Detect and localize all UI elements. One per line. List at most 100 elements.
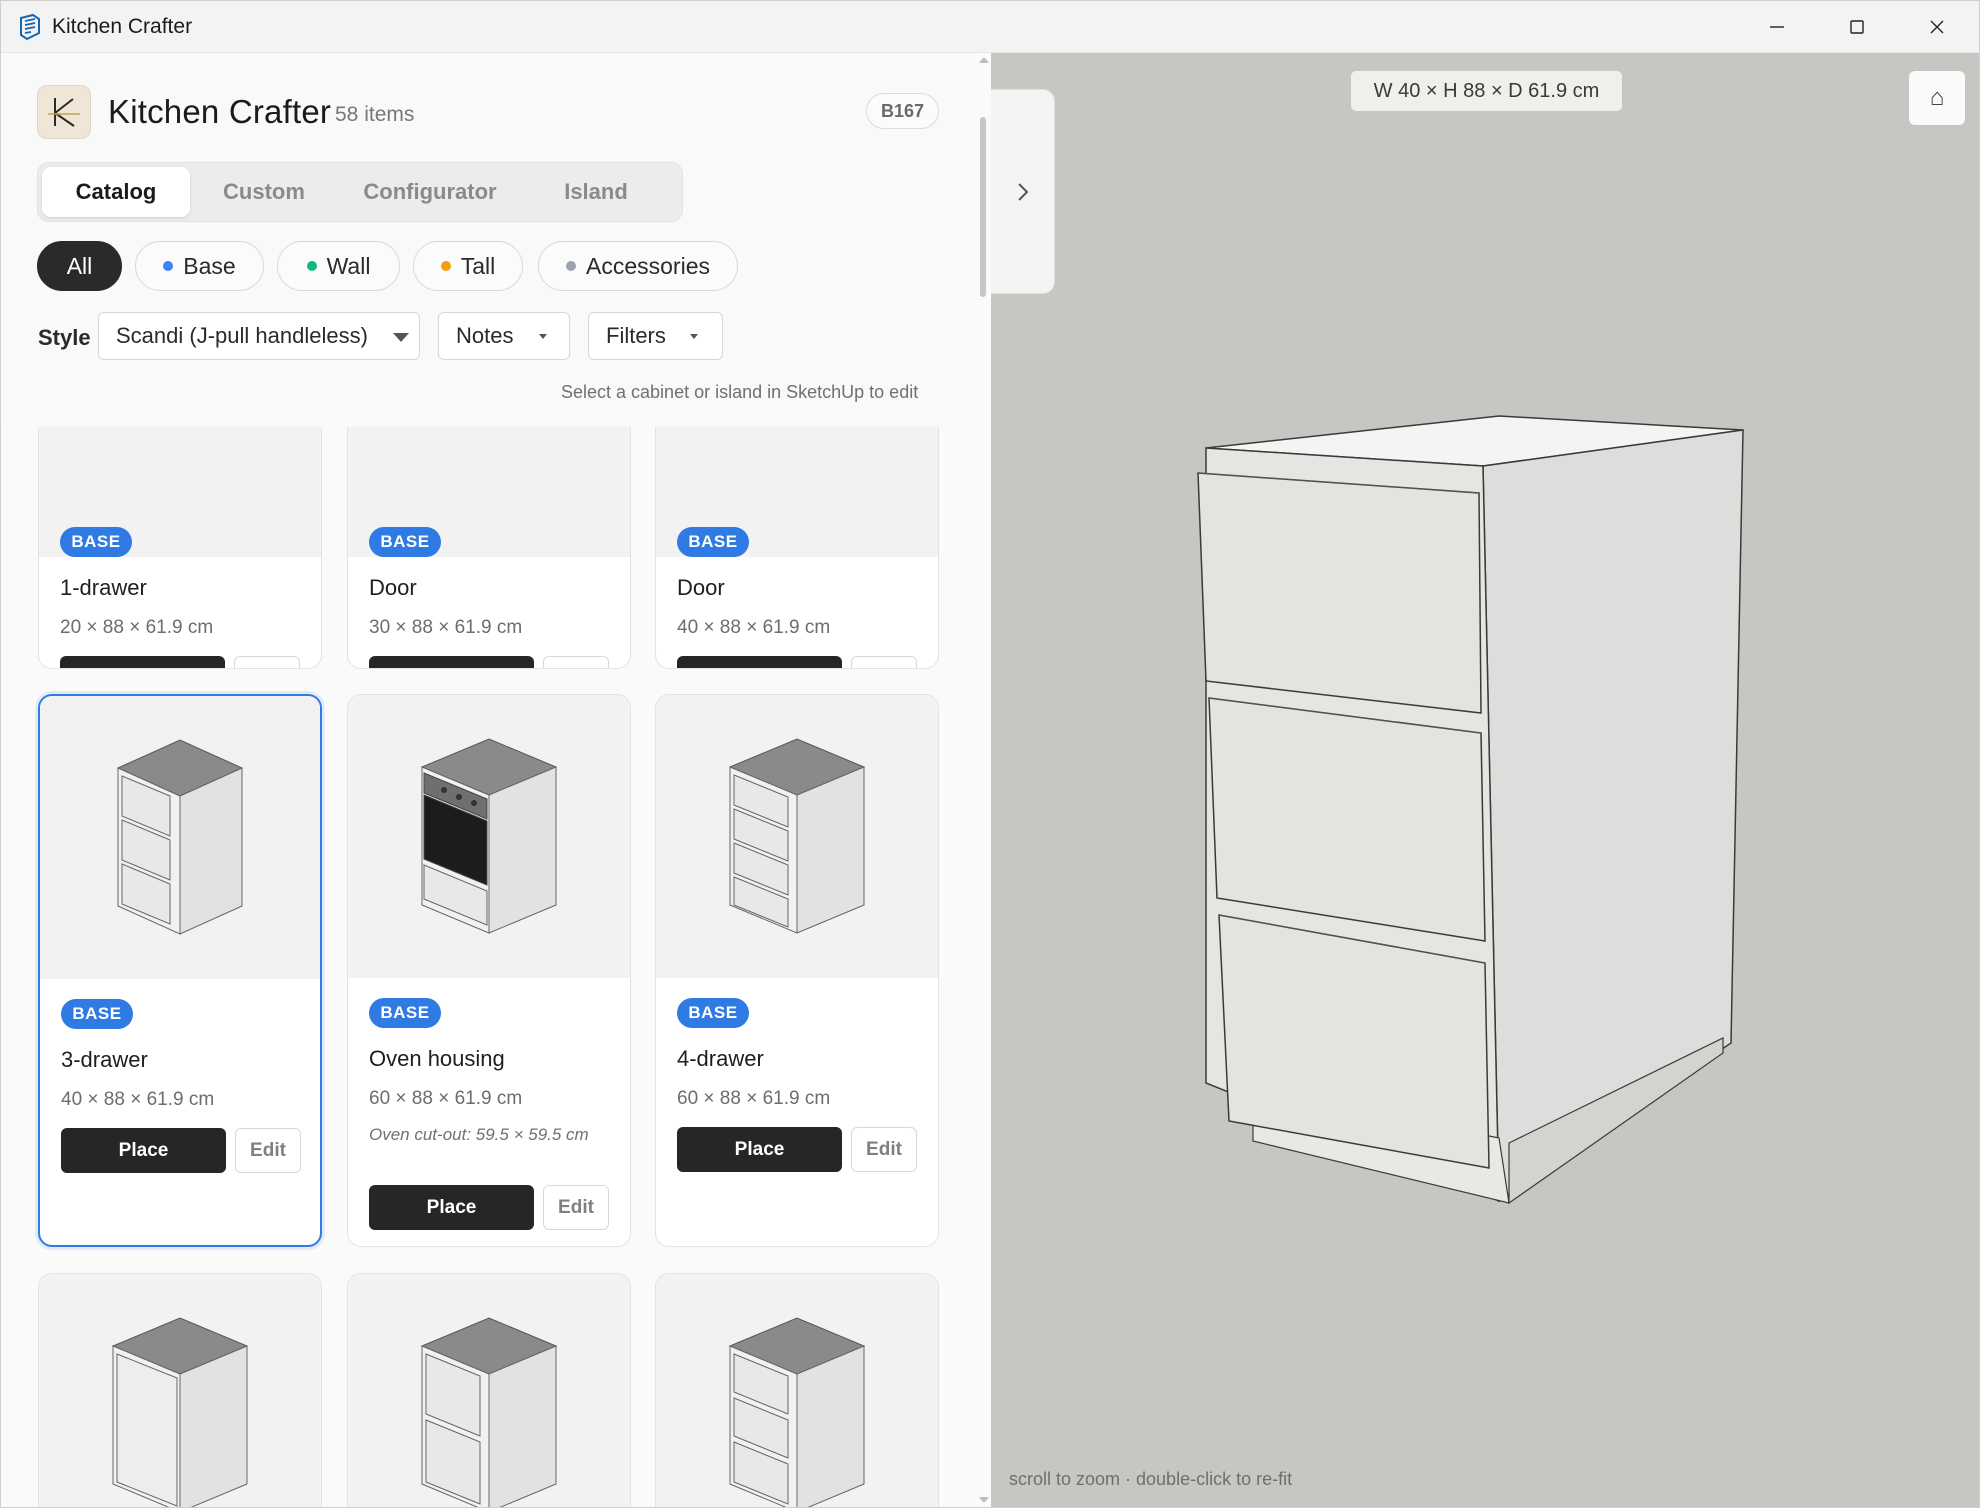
edit-button[interactable]: Edit (543, 1185, 609, 1230)
category-badge: BASE (369, 527, 441, 557)
title-bar: Kitchen Crafter (1, 1, 1979, 53)
catalog-card[interactable]: BASE 4-drawer 60 × 88 × 61.9 cm Place Ed… (655, 694, 939, 1247)
tab-island[interactable]: Island (530, 167, 662, 217)
card-thumbnail (348, 1274, 630, 1507)
card-name: Door (369, 575, 417, 600)
filters-dropdown[interactable]: Filters (588, 312, 723, 360)
filter-chip-wall[interactable]: Wall (277, 241, 400, 291)
filter-chip-accessories[interactable]: Accessories (538, 241, 738, 291)
place-button[interactable]: Place (369, 1185, 534, 1230)
tab-configurator[interactable]: Configurator (338, 167, 522, 217)
style-label: Style (38, 325, 91, 350)
tab-catalog[interactable]: Catalog (42, 167, 190, 217)
four-drawer-cabinet-icon (728, 738, 866, 934)
dimension-label: W 40 × H 88 × D 61.9 cm (1351, 71, 1622, 111)
card-note: Oven cut-out: 59.5 × 59.5 cm (369, 1125, 589, 1144)
kitchen-crafter-logo-icon (37, 85, 91, 139)
scroll-up-icon (979, 57, 989, 63)
panel-scrollbar[interactable] (976, 53, 991, 1507)
filter-chip-base[interactable]: Base (135, 241, 264, 291)
category-badge: BASE (369, 998, 441, 1028)
model-viewport[interactable]: W 40 × H 88 × D 61.9 cm ⌂ scroll to zoom… (991, 53, 1979, 1507)
tab-custom[interactable]: Custom (198, 167, 330, 217)
card-thumbnail (348, 695, 630, 978)
blue-dot-icon (163, 261, 174, 271)
edit-button[interactable]: Edit (234, 656, 300, 668)
catalog-card[interactable] (38, 1273, 322, 1507)
style-select[interactable]: Scandi (J-pull handleless) (98, 312, 420, 360)
tab-bar: Catalog Custom Configurator Island (37, 162, 683, 222)
notes-label: Notes (456, 323, 514, 348)
chip-label: Wall (326, 252, 371, 279)
chevron-down-icon (539, 334, 547, 339)
edit-button[interactable]: Edit (851, 1127, 917, 1172)
card-dimensions: 40 × 88 × 61.9 cm (61, 1089, 215, 1110)
notes-dropdown[interactable]: Notes (438, 312, 570, 360)
card-thumbnail (39, 1274, 321, 1507)
card-dimensions: 30 × 88 × 61.9 cm (369, 617, 523, 638)
filter-chip-all[interactable]: All (37, 241, 122, 291)
home-icon: ⌂ (1929, 84, 1945, 111)
close-icon (1930, 20, 1944, 34)
place-button[interactable]: Place (369, 656, 534, 668)
place-button[interactable]: Place (61, 1128, 226, 1173)
three-drawer-cabinet-icon (728, 1317, 866, 1507)
card-name: 1-drawer (60, 575, 147, 600)
edit-button[interactable]: Edit (543, 656, 609, 668)
place-button[interactable]: Place (677, 1127, 842, 1172)
catalog-card-selected[interactable]: BASE 3-drawer 40 × 88 × 61.9 cm Place Ed… (38, 694, 322, 1247)
filter-chip-tall[interactable]: Tall (413, 241, 523, 291)
style-select-value: Scandi (J-pull handleless) (116, 323, 368, 348)
edit-hint: Select a cabinet or island in SketchUp t… (561, 382, 919, 402)
gray-dot-icon (566, 261, 576, 271)
two-drawer-cabinet-icon (420, 1317, 558, 1507)
maximize-button[interactable] (1817, 1, 1897, 53)
card-name: 4-drawer (677, 1046, 764, 1071)
scrollbar-thumb[interactable] (980, 117, 986, 297)
place-button[interactable]: Place (60, 656, 225, 668)
minimize-button[interactable] (1737, 1, 1817, 53)
card-dimensions: 20 × 88 × 61.9 cm (60, 617, 214, 638)
viewport-hint: scroll to zoom · double-click to re-fit (1009, 1469, 1293, 1489)
item-count: 58 items (335, 103, 415, 126)
chevron-down-icon (393, 333, 409, 342)
catalog-panel: BASE 1-drawer 20 × 88 × 61.9 cm Place Ed… (1, 53, 991, 1507)
catalog-card[interactable] (655, 1273, 939, 1507)
category-badge: BASE (677, 998, 749, 1028)
catalog-card[interactable] (347, 1273, 631, 1507)
chip-label: Tall (460, 252, 496, 279)
cabinet-3d-model (1197, 415, 1744, 1205)
app-window: Kitchen Crafter BASE 1-drawer 20 × 88 × … (0, 0, 1980, 1508)
chip-label: Accessories (586, 252, 710, 279)
edit-button[interactable]: Edit (851, 656, 917, 668)
edit-button[interactable]: Edit (235, 1128, 301, 1173)
catalog-card[interactable]: BASE Oven housing 60 × 88 × 61.9 cm Oven… (347, 694, 631, 1247)
category-badge: BASE (61, 999, 133, 1029)
build-badge: B167 (866, 93, 939, 129)
category-badge: BASE (677, 527, 749, 557)
panel-header: Kitchen Crafter 58 items B167 Catalog Cu… (1, 53, 976, 427)
scroll-down-icon (979, 1497, 989, 1503)
chevron-down-icon (690, 334, 698, 339)
card-thumbnail (40, 696, 320, 979)
card-name: Door (677, 575, 725, 600)
collapse-panel-button[interactable] (991, 89, 1055, 294)
card-thumbnail (656, 1274, 938, 1507)
chip-label: All (66, 252, 93, 279)
home-view-button[interactable]: ⌂ (1909, 71, 1965, 125)
filters-label: Filters (606, 323, 666, 348)
card-dimensions: 40 × 88 × 61.9 cm (677, 617, 831, 638)
brand-title: Kitchen Crafter (108, 93, 332, 130)
card-thumbnail (656, 695, 938, 978)
sketchup-logo-icon (20, 13, 40, 41)
place-button[interactable]: Place (677, 656, 842, 668)
close-button[interactable] (1897, 1, 1977, 53)
three-drawer-cabinet-icon (116, 739, 244, 935)
card-name: 3-drawer (61, 1047, 148, 1072)
chip-label: Base (183, 252, 236, 279)
oven-housing-cabinet-icon (420, 738, 558, 934)
card-dimensions: 60 × 88 × 61.9 cm (369, 1088, 523, 1109)
card-dimensions: 60 × 88 × 61.9 cm (677, 1088, 831, 1109)
green-dot-icon (306, 261, 317, 271)
door-cabinet-icon (111, 1317, 249, 1507)
